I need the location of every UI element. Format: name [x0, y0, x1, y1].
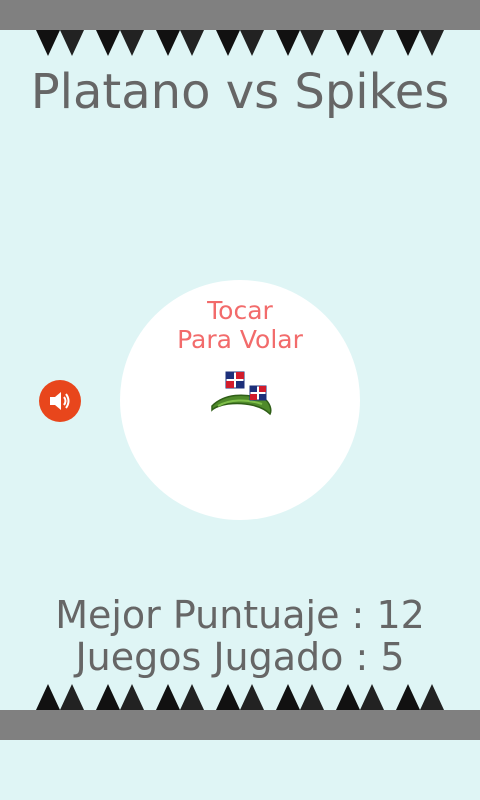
top-spikes-row: [36, 30, 444, 56]
speaker-icon: [50, 392, 70, 410]
stats-panel: Mejor Puntuaje : 12 Juegos Jugado : 5: [0, 594, 480, 678]
spike: [216, 684, 240, 710]
spike: [156, 684, 180, 710]
bottom-spikes-row: [36, 684, 444, 710]
spike: [420, 30, 444, 56]
spike: [240, 30, 264, 56]
games-played: Juegos Jugado : 5: [75, 635, 405, 679]
spike: [300, 30, 324, 56]
spike: [120, 684, 144, 710]
spike: [360, 30, 384, 56]
spike: [276, 30, 300, 56]
spike: [420, 684, 444, 710]
spike: [336, 684, 360, 710]
prompt-line-1: Tocar: [207, 296, 273, 325]
spike: [360, 684, 384, 710]
spike: [396, 684, 420, 710]
top-wall: [0, 0, 480, 30]
spike: [96, 30, 120, 56]
prompt-line-2: Para Volar: [177, 325, 303, 354]
plantain-player: [211, 371, 272, 416]
spike: [36, 684, 60, 710]
spike: [60, 684, 84, 710]
spike: [120, 30, 144, 56]
spike: [156, 30, 180, 56]
best-score: Mejor Puntuaje : 12: [55, 593, 425, 637]
spike: [216, 30, 240, 56]
spike: [180, 684, 204, 710]
spike: [396, 30, 420, 56]
sound-toggle-button[interactable]: [39, 380, 81, 422]
bottom-wall: [0, 710, 480, 740]
spike: [96, 684, 120, 710]
spike: [276, 684, 300, 710]
tap-to-fly-prompt: Tocar Para Volar: [120, 296, 360, 354]
spike: [336, 30, 360, 56]
game-title: Platano vs Spikes: [30, 64, 450, 120]
spike: [240, 684, 264, 710]
spike: [60, 30, 84, 56]
spike: [300, 684, 324, 710]
spike: [36, 30, 60, 56]
spike: [180, 30, 204, 56]
